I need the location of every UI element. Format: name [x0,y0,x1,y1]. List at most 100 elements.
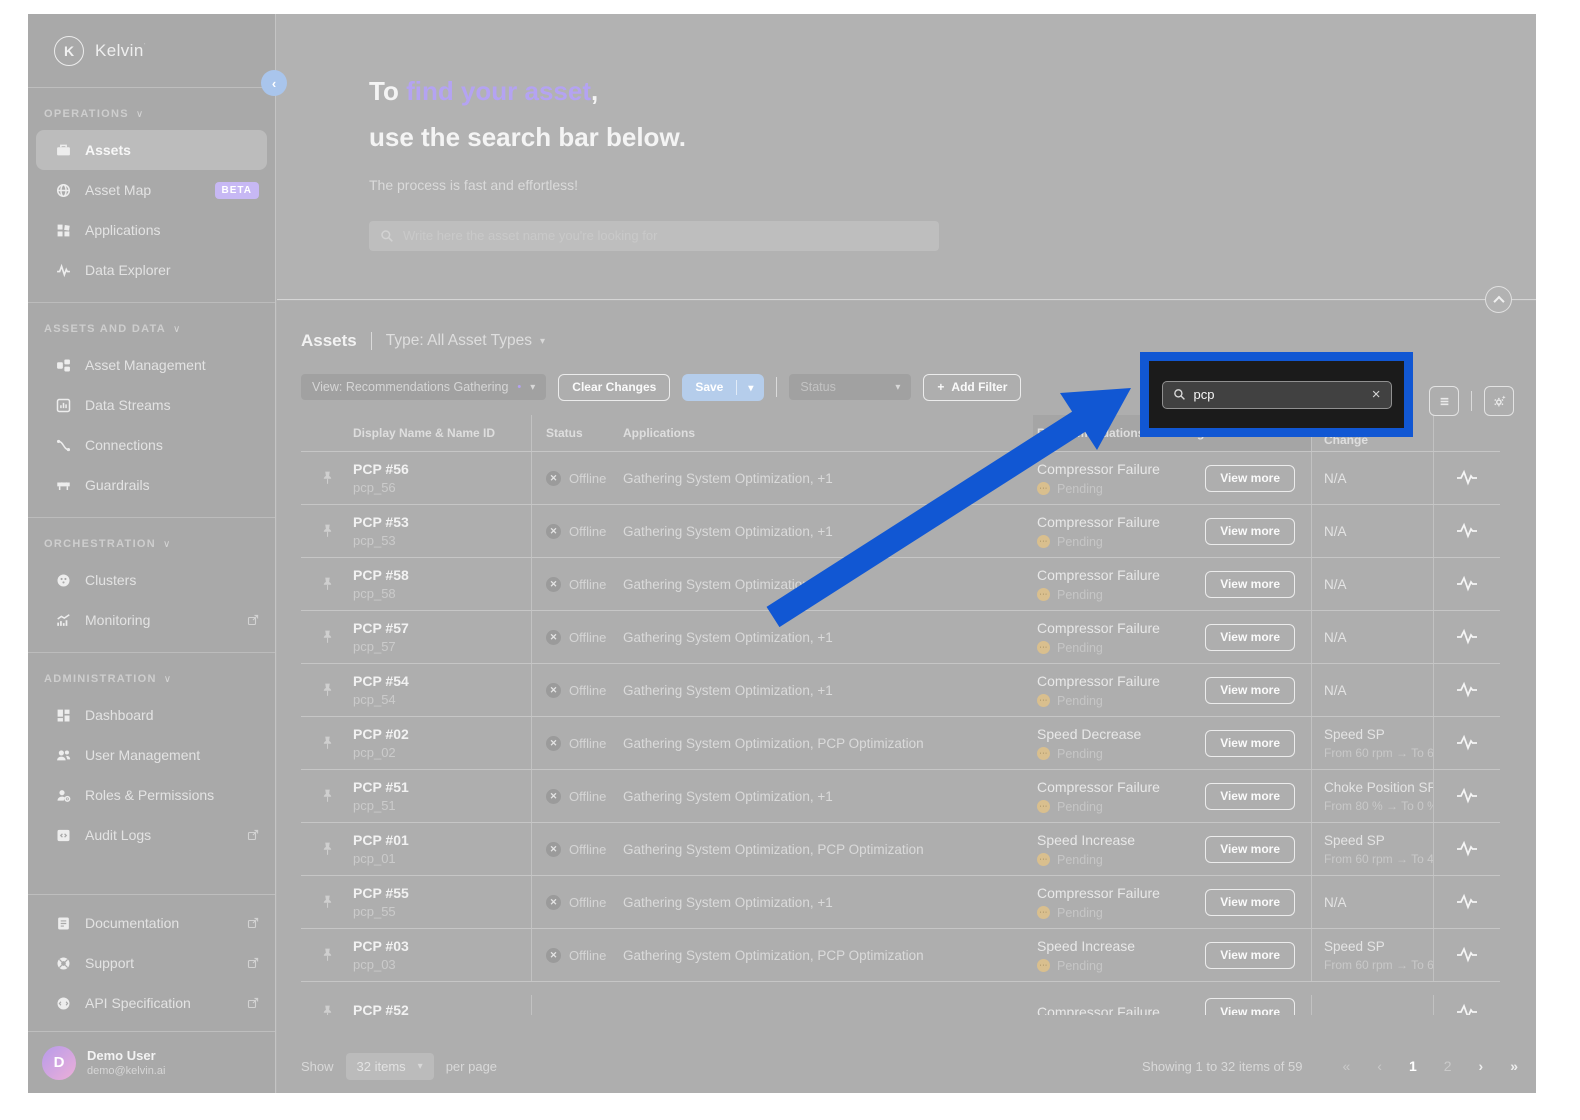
chevron-down-icon: ▾ [530,382,535,393]
asset-type-filter[interactable]: Type: All Asset Types ▾ [386,332,545,350]
user-menu[interactable]: D Demo User demo@kelvin.ai [28,1031,275,1093]
unsaved-changes-dot-icon: • [517,381,521,393]
sidebar-item[interactable]: Monitoring [28,600,275,640]
sidebar-footer-item[interactable]: API Specification [28,983,275,1023]
save-button[interactable]: Save ▾ [682,374,764,401]
sidebar-item[interactable]: Asset Management [28,345,275,385]
table-row[interactable]: PCP #03 pcp_03 ✕ Offline Gathering Syste… [301,928,1500,981]
sidebar-section-header[interactable]: ORCHESTRATION ∨ [28,526,275,560]
add-filter-button[interactable]: + Add Filter [923,374,1021,401]
collapse-panel-button[interactable] [1485,286,1512,313]
pin-icon [321,947,334,963]
next-page-button[interactable]: › [1479,1058,1484,1074]
pin-button[interactable] [301,576,353,592]
table-row[interactable]: PCP #58 pcp_58 ✕ Offline Gathering Syste… [301,557,1500,610]
table-search-input[interactable] [1194,387,1364,402]
status-filter-select[interactable]: Status ▾ [789,374,911,400]
view-select[interactable]: View: Recommendations Gathering • ▾ [301,374,546,400]
first-page-button[interactable]: « [1342,1058,1350,1074]
activity-button[interactable] [1433,929,1500,981]
view-more-button[interactable]: View more [1205,730,1295,757]
table-row[interactable]: PCP #57 pcp_57 ✕ Offline Gathering Syste… [301,610,1500,663]
activity-button[interactable] [1433,770,1500,822]
table-row[interactable]: PCP #55 pcp_55 ✕ Offline Gathering Syste… [301,875,1500,928]
sidebar-section-header[interactable]: OPERATIONS ∨ [28,96,275,130]
activity-button[interactable] [1433,876,1500,928]
activity-button[interactable] [1433,611,1500,663]
activity-button[interactable] [1433,558,1500,610]
last-page-button[interactable]: » [1510,1058,1518,1074]
activity-button[interactable] [1433,717,1500,769]
sidebar-item[interactable]: Roles & Permissions [28,775,275,815]
sidebar-item[interactable]: Guardrails [28,465,275,505]
sidebar-footer: Documentation Support API Specificatio [28,894,275,1031]
table-search-bar[interactable]: × [1162,381,1392,409]
recommendation-cell: Compressor Failure ··· Pending View more [1033,611,1311,663]
activity-button[interactable] [1433,452,1500,504]
view-more-button[interactable]: View more [1205,677,1295,704]
sidebar-item[interactable]: Dashboard [28,695,275,735]
view-more-button[interactable]: View more [1205,998,1295,1015]
activity-button[interactable] [1433,664,1500,716]
sidebar-footer-item[interactable]: Documentation [28,903,275,943]
sidebar-item[interactable]: Applications [28,210,275,250]
list-view-icon[interactable] [1429,386,1459,416]
plus-icon: + [937,380,944,394]
sidebar-item[interactable]: Clusters [28,560,275,600]
view-more-button[interactable]: View more [1205,889,1295,916]
sidebar-item[interactable]: Audit Logs [28,815,275,855]
pin-button[interactable] [301,735,353,751]
hero-search-bar[interactable] [369,221,939,251]
pin-button[interactable] [301,1004,353,1016]
activity-button[interactable] [1433,505,1500,557]
view-more-button[interactable]: View more [1205,571,1295,598]
page-2-button[interactable]: 2 [1444,1058,1452,1074]
activity-button[interactable] [1433,995,1500,1015]
view-more-button[interactable]: View more [1205,465,1295,492]
sidebar-collapse-button[interactable]: ‹ [261,70,287,96]
table-row[interactable]: PCP #53 pcp_53 ✕ Offline Gathering Syste… [301,504,1500,557]
sidebar-item[interactable]: Asset Map BETA [28,170,275,210]
table-row[interactable]: PCP #02 pcp_02 ✕ Offline Gathering Syste… [301,716,1500,769]
table-settings-icon[interactable] [1484,386,1514,416]
clear-search-icon[interactable]: × [1372,387,1381,402]
main-content: To find your asset, use the search bar b… [277,14,1536,1093]
panel-header: Assets Type: All Asset Types ▾ [301,331,1500,351]
view-more-button[interactable]: View more [1205,836,1295,863]
pin-button[interactable] [301,682,353,698]
table-row[interactable]: PCP #51 pcp_51 ✕ Offline Gathering Syste… [301,769,1500,822]
hero-subtitle: The process is fast and effortless! [369,177,1536,193]
sidebar-footer-item[interactable]: Support [28,943,275,983]
pin-button[interactable] [301,841,353,857]
clear-changes-button[interactable]: Clear Changes [558,374,670,401]
sidebar-item[interactable]: Data Streams [28,385,275,425]
sidebar-section-header[interactable]: ADMINISTRATION ∨ [28,661,275,695]
view-more-button[interactable]: View more [1205,783,1295,810]
pin-button[interactable] [301,629,353,645]
activity-button[interactable] [1433,823,1500,875]
pin-button[interactable] [301,523,353,539]
audit-logs-icon [56,827,72,843]
brand-logo[interactable]: K Kelvin˙ [28,14,275,88]
pin-button[interactable] [301,947,353,963]
sidebar-item[interactable]: Data Explorer [28,250,275,290]
view-more-button[interactable]: View more [1205,942,1295,969]
view-more-button[interactable]: View more [1205,624,1295,651]
sidebar-item[interactable]: Connections [28,425,275,465]
status-label: Offline [569,471,606,486]
sidebar-item[interactable]: Assets [36,130,267,170]
prev-page-button[interactable]: ‹ [1377,1058,1382,1074]
sidebar-section-header[interactable]: ASSETS AND DATA ∨ [28,311,275,345]
view-more-button[interactable]: View more [1205,518,1295,545]
page-1-button[interactable]: 1 [1409,1058,1417,1074]
sidebar-item[interactable]: User Management [28,735,275,775]
pin-button[interactable] [301,788,353,804]
table-row[interactable]: PCP #52 ✕ [301,981,1500,1015]
hero-search-input[interactable] [403,228,928,243]
page-size-select[interactable]: 32 items ▾ [346,1053,434,1080]
table-row[interactable]: PCP #01 pcp_01 ✕ Offline Gathering Syste… [301,822,1500,875]
table-row[interactable]: PCP #56 pcp_56 ✕ Offline Gathering Syste… [301,451,1500,504]
pin-button[interactable] [301,470,353,486]
pin-button[interactable] [301,894,353,910]
table-row[interactable]: PCP #54 pcp_54 ✕ Offline Gathering Syste… [301,663,1500,716]
